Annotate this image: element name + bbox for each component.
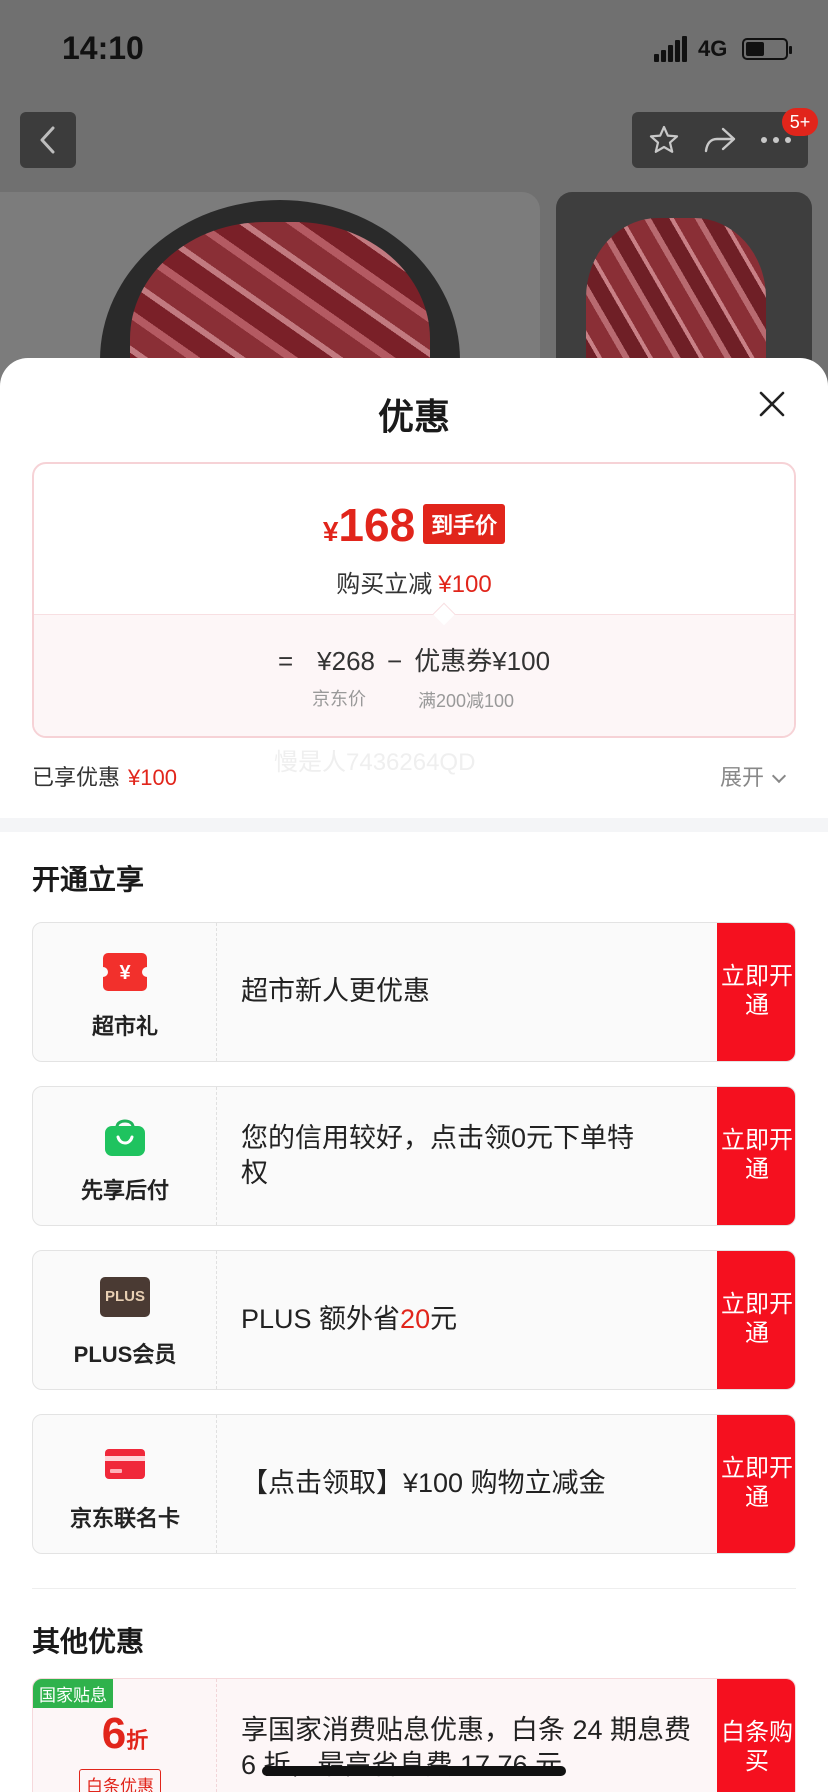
offer-description: PLUS 额外省 20 元 — [241, 1251, 641, 1389]
offer-name: PLUS会员 — [73, 1342, 177, 1367]
favorite-button[interactable] — [646, 122, 682, 158]
expand-button[interactable]: 展开 — [720, 760, 787, 792]
final-price-tag: 到手价 — [423, 504, 506, 544]
offer-cobrand-card[interactable]: 京东联名卡 【点击领取】¥100 购物立减金 立即开通 — [32, 1414, 796, 1554]
status-time: 14:10 — [62, 30, 144, 66]
share-icon — [704, 127, 736, 153]
battery-icon — [742, 38, 792, 60]
final-price-amount: 168 — [338, 499, 416, 551]
offer-supermarket-gift[interactable]: ¥ 超市礼 超市新人更优惠 立即开通 — [32, 922, 796, 1062]
subsidy-tag: 国家贴息 — [33, 1679, 113, 1708]
instant-reduction-amount: ¥100 — [438, 571, 492, 598]
signal-icon — [654, 36, 688, 62]
price-formula: = ¥268− 优惠券¥100 — [277, 646, 551, 676]
final-price: ¥168 到手价 — [34, 498, 794, 552]
offer-pay-later[interactable]: 先享后付 您的信用较好，点击领0元下单特权 立即开通 — [32, 1086, 796, 1226]
enjoyed-discount: 已享优惠 ¥100 — [32, 765, 177, 790]
offer-name: 先享后付 — [80, 1178, 169, 1203]
product-page-background: 14:10 4G 5+ — [0, 0, 828, 400]
enjoyed-discount-amount: ¥100 — [128, 765, 177, 790]
close-icon — [759, 391, 785, 417]
offer-description: 超市新人更优惠 — [241, 976, 430, 1007]
shopping-bag-icon — [105, 1119, 145, 1156]
more-icon — [761, 137, 791, 143]
open-section-title: 开通立享 — [32, 864, 145, 895]
offer-description: 【点击领取】¥100 购物立减金 — [241, 1468, 606, 1499]
status-bar: 14:10 4G — [0, 0, 828, 96]
baitiao-buy-button[interactable]: 白条购买 — [717, 1679, 795, 1792]
offer-name: 超市礼 — [91, 1014, 158, 1039]
discount-rate: 6折 — [101, 1709, 149, 1758]
jd-price: ¥268 — [317, 646, 375, 676]
coupon-rule: 满200减100 — [418, 691, 515, 711]
section-divider-line — [32, 1588, 796, 1589]
chevron-down-icon — [771, 768, 787, 784]
offer-plus-member[interactable]: PLUS PLUS会员 PLUS 额外省 20 元 立即开通 — [32, 1250, 796, 1390]
watermark: 慢是人7436264QD — [274, 749, 476, 776]
home-indicator — [262, 1766, 566, 1776]
close-button[interactable] — [756, 388, 788, 420]
star-icon — [649, 125, 679, 153]
network-type: 4G — [698, 36, 728, 61]
instant-reduction: 购买立减 ¥100 — [336, 571, 492, 598]
activate-button[interactable]: 立即开通 — [717, 1251, 795, 1389]
back-icon — [40, 126, 55, 154]
back-button[interactable] — [20, 112, 76, 168]
offer-description: 您的信用较好，点击领0元下单特权 — [241, 1122, 635, 1188]
activate-button[interactable]: 立即开通 — [717, 1415, 795, 1553]
section-divider — [0, 818, 828, 832]
baitiao-label: 白条优惠 — [79, 1769, 161, 1792]
other-section-title: 其他优惠 — [32, 1626, 145, 1657]
red-envelope-icon: ¥ — [102, 953, 148, 991]
activate-button[interactable]: 立即开通 — [717, 923, 795, 1061]
jd-price-label: 京东价 — [312, 689, 366, 709]
discount-sheet: 优惠 ¥168 到手价 购买立减 ¥100 = ¥268− 优惠券¥100 京东价 满2… — [0, 358, 828, 1792]
message-count-badge: 5+ — [782, 108, 818, 136]
svg-text:¥: ¥ — [119, 962, 131, 984]
plus-savings-amount: 20 — [400, 1304, 431, 1335]
sheet-title: 优惠 — [377, 396, 450, 437]
share-button[interactable] — [702, 122, 738, 158]
activate-button[interactable]: 立即开通 — [717, 1087, 795, 1225]
credit-card-icon — [105, 1449, 145, 1479]
plus-logo-icon: PLUS — [100, 1277, 150, 1317]
final-price-card: ¥168 到手价 购买立减 ¥100 = ¥268− 优惠券¥100 京东价 满200减… — [32, 462, 796, 738]
offer-name: 京东联名卡 — [69, 1506, 180, 1531]
coupon-value: 优惠券¥100 — [414, 646, 551, 676]
price-breakdown: = ¥268− 优惠券¥100 京东价 满200减100 — [34, 614, 794, 736]
